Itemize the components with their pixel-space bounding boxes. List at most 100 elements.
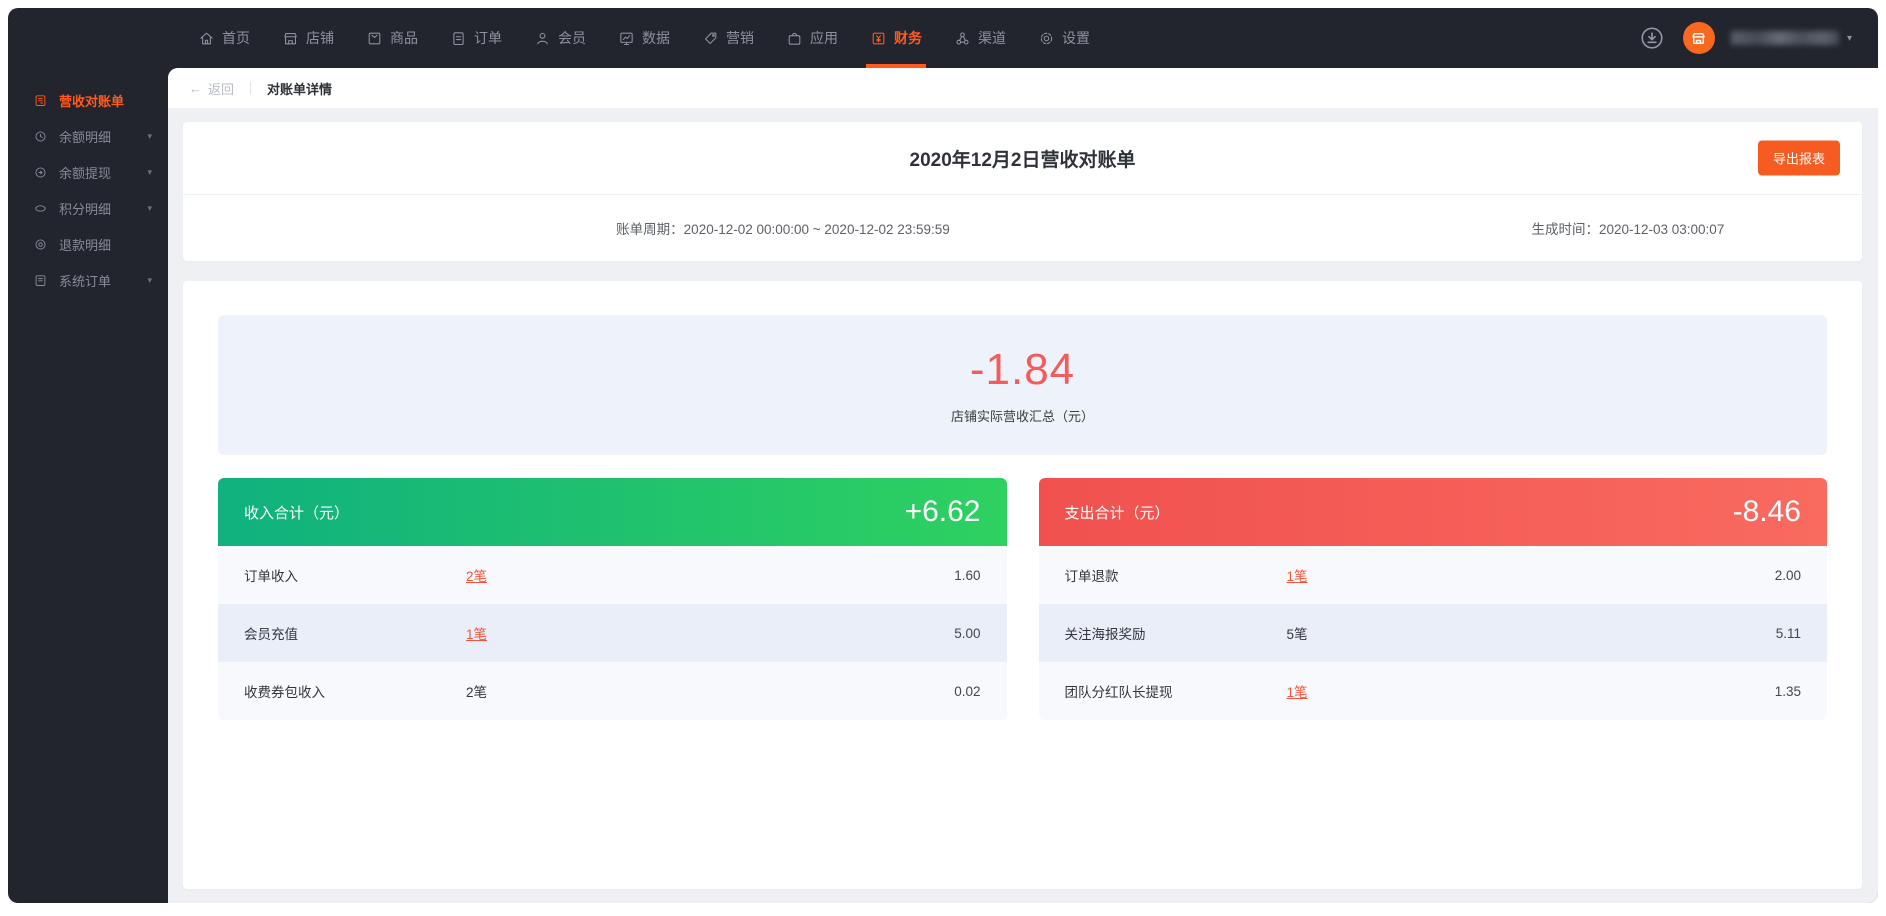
goods-icon xyxy=(366,30,383,47)
page-title: 对账单详情 xyxy=(267,79,332,98)
nav-item-data[interactable]: 数据 xyxy=(614,8,674,68)
data-icon xyxy=(618,30,635,47)
scroll-area: 2020年12月2日营收对账单 导出报表 账单周期：2020-12-02 00:… xyxy=(168,108,1878,903)
sidebar-item-revenue-bill[interactable]: 营收对账单 xyxy=(8,82,168,118)
breadcrumb: ← 返回 对账单详情 xyxy=(168,68,1878,108)
expense-row: 订单退款 1笔 2.00 xyxy=(1039,546,1828,604)
chevron-down-icon: ▾ xyxy=(1847,33,1852,44)
bill-detail-card: -1.84 店铺实际营收汇总（元） 收入合计（元） +6.62 xyxy=(183,281,1862,889)
income-row-name: 会员充值 xyxy=(244,623,466,643)
back-button[interactable]: ← 返回 xyxy=(189,79,234,98)
bill-period-value: 2020-12-02 00:00:00 ~ 2020-12-02 23:59:5… xyxy=(684,222,950,237)
expense-row-count-link[interactable]: 1笔 xyxy=(1287,681,1308,701)
expense-header-label: 支出合计（元） xyxy=(1065,502,1170,523)
home-icon xyxy=(198,30,215,47)
expense-rows: 订单退款 1笔 2.00 关注海报奖励 5笔 5.11 xyxy=(1039,546,1828,720)
income-row-count-link[interactable]: 2笔 xyxy=(466,565,487,585)
nav-item-channel[interactable]: 渠道 xyxy=(950,8,1010,68)
back-arrow-icon: ← xyxy=(189,81,202,96)
expense-row-count: 5笔 xyxy=(1287,623,1308,643)
member-icon xyxy=(534,30,551,47)
bill-title: 2020年12月2日营收对账单 xyxy=(910,145,1136,172)
balance-detail-icon xyxy=(33,129,48,144)
expense-panel: 支出合计（元） -8.46 订单退款 1笔 2.00 关注海报 xyxy=(1039,478,1828,720)
nav-item-label: 数据 xyxy=(642,28,670,48)
income-row-name: 订单收入 xyxy=(244,565,466,585)
store-avatar-icon xyxy=(1689,29,1708,48)
bill-generated-label: 生成时间： xyxy=(1531,222,1599,237)
channel-icon xyxy=(954,30,971,47)
bill-period-label: 账单周期： xyxy=(616,222,684,237)
expense-row-count-link[interactable]: 1笔 xyxy=(1287,565,1308,585)
balance-withdraw-icon xyxy=(33,165,48,180)
chevron-down-icon: ▾ xyxy=(147,167,152,178)
expense-row: 关注海报奖励 5笔 5.11 xyxy=(1039,604,1828,662)
main-nav: 首页 店铺 商品 订单 会员 数据 xyxy=(194,8,1094,68)
income-expense-panels: 收入合计（元） +6.62 订单收入 2笔 1.60 会员充值 xyxy=(218,478,1827,720)
bill-period: 账单周期：2020-12-02 00:00:00 ~ 2020-12-02 23… xyxy=(616,218,950,238)
income-header-label: 收入合计（元） xyxy=(244,502,349,523)
sidebar-item-label: 余额提现 xyxy=(59,163,111,182)
nav-item-home[interactable]: 首页 xyxy=(194,8,254,68)
chevron-down-icon: ▾ xyxy=(147,131,152,142)
points-detail-icon xyxy=(33,201,48,216)
user-name-blurred xyxy=(1731,31,1839,45)
nav-item-finance[interactable]: 财务 xyxy=(866,8,926,68)
income-row-count: 2笔 xyxy=(466,681,487,701)
income-row: 收费券包收入 2笔 0.02 xyxy=(218,662,1007,720)
nav-item-orders[interactable]: 订单 xyxy=(446,8,506,68)
bill-generated-value: 2020-12-03 03:00:07 xyxy=(1599,222,1724,237)
expense-total: -8.46 xyxy=(1733,495,1801,529)
sidebar-item-system-orders[interactable]: 系统订单 ▾ xyxy=(8,262,168,298)
revenue-summary-value: -1.84 xyxy=(970,345,1075,395)
nav-item-label: 应用 xyxy=(810,28,838,48)
download-button[interactable] xyxy=(1637,23,1667,53)
sidebar: 营收对账单 余额明细 ▾ 余额提现 ▾ 积分明细 ▾ 退款明细 xyxy=(8,68,168,903)
app-window: 首页 店铺 商品 订单 会员 数据 xyxy=(8,8,1878,903)
bill-info-row: 账单周期：2020-12-02 00:00:00 ~ 2020-12-02 23… xyxy=(183,195,1862,261)
income-row-amount: 1.60 xyxy=(954,568,980,583)
nav-item-members[interactable]: 会员 xyxy=(530,8,590,68)
income-row: 订单收入 2笔 1.60 xyxy=(218,546,1007,604)
nav-item-marketing[interactable]: 营销 xyxy=(698,8,758,68)
topbar-right: ▾ xyxy=(1637,8,1852,68)
expense-row-name: 订单退款 xyxy=(1065,565,1287,585)
income-row-name: 收费券包收入 xyxy=(244,681,466,701)
export-report-button[interactable]: 导出报表 xyxy=(1758,141,1840,176)
sidebar-item-balance-detail[interactable]: 余额明细 ▾ xyxy=(8,118,168,154)
nav-item-goods[interactable]: 商品 xyxy=(362,8,422,68)
expense-row-amount: 2.00 xyxy=(1775,568,1801,583)
income-total: +6.62 xyxy=(905,495,981,529)
sidebar-item-points-detail[interactable]: 积分明细 ▾ xyxy=(8,190,168,226)
expense-row: 团队分红队长提现 1笔 1.35 xyxy=(1039,662,1828,720)
expense-row-amount: 1.35 xyxy=(1775,684,1801,699)
nav-item-label: 首页 xyxy=(222,28,250,48)
system-order-icon xyxy=(33,273,48,288)
refund-detail-icon xyxy=(33,237,48,252)
download-icon xyxy=(1639,25,1665,51)
avatar[interactable] xyxy=(1683,22,1715,54)
nav-item-apps[interactable]: 应用 xyxy=(782,8,842,68)
apps-icon xyxy=(786,30,803,47)
nav-item-label: 渠道 xyxy=(978,28,1006,48)
expense-panel-header: 支出合计（元） -8.46 xyxy=(1039,478,1828,546)
nav-item-settings[interactable]: 设置 xyxy=(1034,8,1094,68)
bill-header-card: 2020年12月2日营收对账单 导出报表 账单周期：2020-12-02 00:… xyxy=(183,122,1862,261)
sidebar-item-label: 积分明细 xyxy=(59,199,111,218)
revenue-summary-label: 店铺实际营收汇总（元） xyxy=(951,406,1094,425)
order-icon xyxy=(450,30,467,47)
nav-item-label: 营销 xyxy=(726,28,754,48)
bill-generated: 生成时间：2020-12-03 03:00:07 xyxy=(1531,218,1724,238)
income-row-count-link[interactable]: 1笔 xyxy=(466,623,487,643)
user-menu[interactable]: ▾ xyxy=(1731,31,1852,45)
nav-item-label: 店铺 xyxy=(306,28,334,48)
settings-icon xyxy=(1038,30,1055,47)
marketing-icon xyxy=(702,30,719,47)
finance-icon xyxy=(870,30,887,47)
nav-item-shop[interactable]: 店铺 xyxy=(278,8,338,68)
sidebar-item-refund-detail[interactable]: 退款明细 xyxy=(8,226,168,262)
income-row: 会员充值 1笔 5.00 xyxy=(218,604,1007,662)
sidebar-item-balance-withdraw[interactable]: 余额提现 ▾ xyxy=(8,154,168,190)
sidebar-item-label: 退款明细 xyxy=(59,235,111,254)
income-panel-header: 收入合计（元） +6.62 xyxy=(218,478,1007,546)
